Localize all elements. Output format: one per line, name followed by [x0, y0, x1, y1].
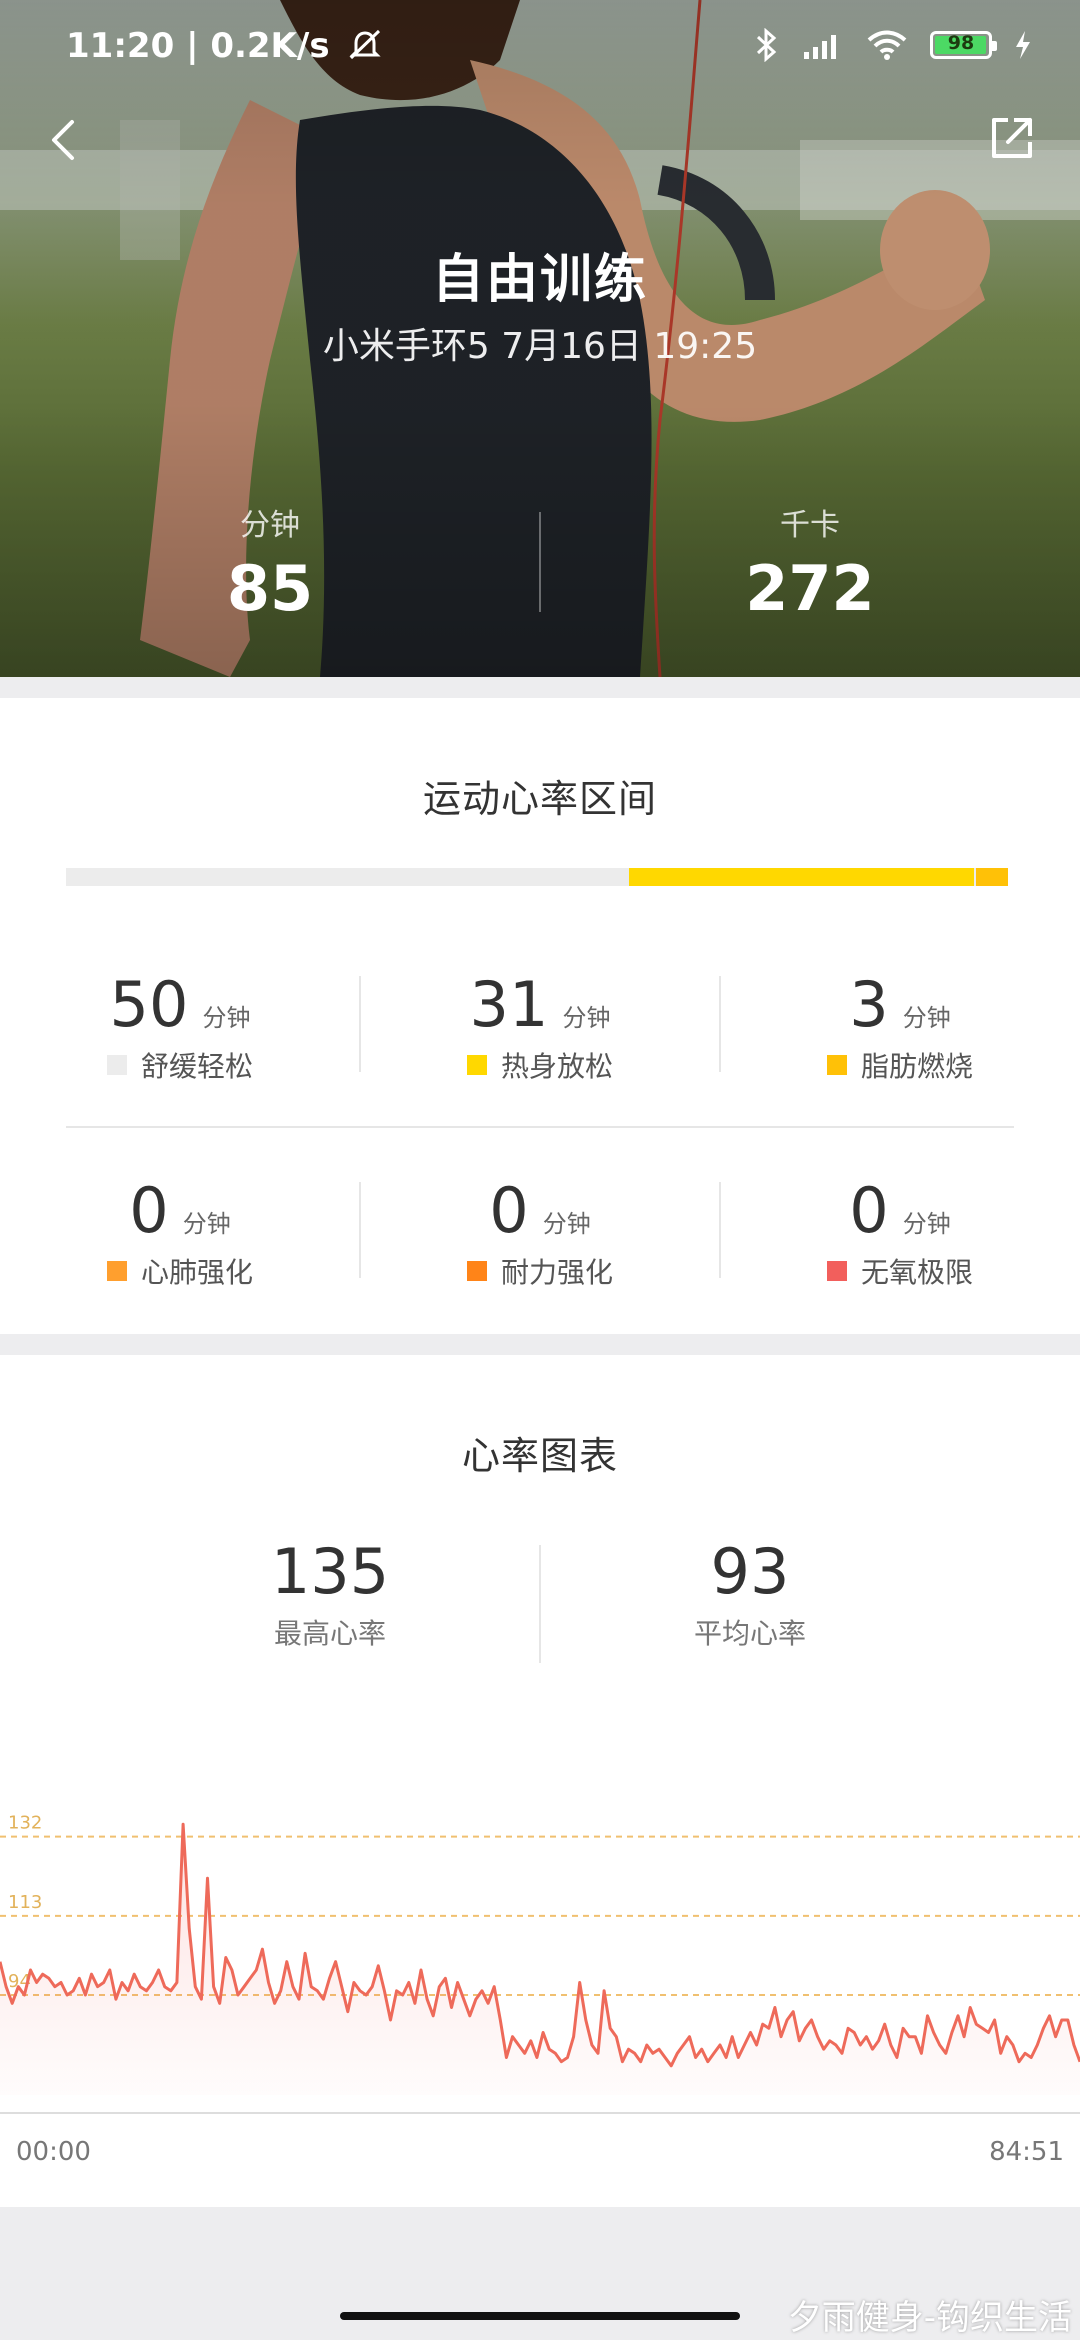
heart-rate-area: [0, 1824, 1080, 2095]
zone-minutes: 50: [109, 968, 189, 1041]
duration-stat: 分钟 85: [0, 500, 540, 625]
zone-bar-segment: [66, 868, 627, 886]
mute-bell-icon: [349, 29, 382, 60]
max-hr-label: 最高心率: [273, 1617, 386, 1650]
zone-bar-segment: [976, 868, 1008, 886]
zone-name: 热身放松: [500, 1050, 613, 1083]
charging-bolt-icon: [1016, 31, 1030, 59]
zone-bar-segment: [628, 868, 975, 886]
zone-name: 舒缓轻松: [140, 1050, 253, 1083]
zone-item-endurance: 0 分钟 耐力强化: [360, 1174, 720, 1291]
zone-unit: 分钟: [902, 1004, 951, 1032]
heart-rate-chart-card: 心率图表 135 最高心率 93 平均心率 132 113 94 00:00 84:…: [0, 1355, 1080, 2207]
workout-hero: 11:20 | 0.2K/s 98 自由训练 小米手环5 7月16日 19:25…: [0, 0, 1080, 677]
reference-line-label: 113: [8, 1892, 42, 1913]
calories-label: 千卡: [780, 508, 840, 543]
workout-subtitle: 小米手环5 7月16日 19:25: [322, 326, 758, 367]
watermark: 夕雨健身-钩织生活: [787, 2298, 1072, 2338]
zone-color-swatch: [466, 1055, 487, 1075]
max-heart-rate: 135 最高心率: [120, 1535, 540, 1652]
zone-color-swatch: [826, 1261, 847, 1281]
zone-unit: 分钟: [542, 1210, 591, 1238]
zone-unit: 分钟: [902, 1210, 951, 1238]
battery-level: 98: [947, 32, 975, 54]
zone-distribution-bar: [66, 868, 1008, 886]
max-hr-value: 135: [270, 1535, 390, 1608]
status-time: 11:20 | 0.2K/s: [66, 26, 383, 66]
heart-rate-line-chart[interactable]: 13211394: [0, 1795, 1080, 2115]
x-axis-start-label: 00:00: [16, 2137, 91, 2167]
zone-item-cardio: 0 分钟 心肺强化: [0, 1174, 360, 1291]
zone-item-relax: 50 分钟 舒缓轻松: [0, 968, 360, 1085]
wifi-icon: [867, 30, 907, 60]
zones-title: 运动心率区间: [422, 777, 657, 821]
zone-name: 耐力强化: [500, 1256, 613, 1289]
zone-minutes: 0: [129, 1174, 169, 1247]
status-bar: 11:20 | 0.2K/s 98: [0, 0, 1080, 95]
heart-rate-zones-card: 运动心率区间 50 分钟 舒缓轻松 31 分钟 热身放松 3 分钟 脂肪燃烧 0 分钟 …: [0, 698, 1080, 1334]
workout-title: 自由训练: [431, 250, 648, 310]
avg-heart-rate: 93 平均心率: [540, 1535, 960, 1652]
zone-color-swatch: [466, 1261, 487, 1281]
calories-value: 272: [745, 552, 875, 625]
zone-name: 脂肪燃烧: [860, 1050, 973, 1083]
signal-icon: [804, 35, 836, 59]
zone-name: 心肺强化: [140, 1256, 253, 1289]
x-axis-end-label: 84:51: [989, 2137, 1064, 2167]
zones-row-divider: [66, 1126, 1014, 1128]
duration-value: 85: [226, 552, 314, 625]
zone-unit: 分钟: [182, 1210, 231, 1238]
zone-item-anaerobic: 0 分钟 无氧极限: [720, 1174, 1080, 1291]
status-icons: 98: [754, 28, 1032, 62]
time-network-speed: 11:20 | 0.2K/s: [66, 26, 330, 66]
zone-unit: 分钟: [562, 1004, 611, 1032]
zone-name: 无氧极限: [860, 1256, 973, 1289]
share-export-icon[interactable]: [984, 110, 1040, 166]
zone-color-swatch: [826, 1055, 847, 1075]
zone-item-warmup: 31 分钟 热身放松: [360, 968, 720, 1085]
battery-nub: [992, 41, 997, 51]
zone-item-fat-burn: 3 分钟 脂肪燃烧: [720, 968, 1080, 1085]
zone-color-swatch: [106, 1261, 127, 1281]
bluetooth-icon: [756, 28, 777, 62]
avg-hr-label: 平均心率: [693, 1617, 806, 1650]
zone-minutes: 0: [849, 1174, 889, 1247]
home-indicator[interactable]: [340, 2312, 740, 2320]
zone-unit: 分钟: [202, 1004, 251, 1032]
zone-minutes: 31: [469, 968, 549, 1041]
zone-minutes: 3: [849, 968, 889, 1041]
chart-title: 心率图表: [461, 1434, 618, 1478]
back-arrow-icon[interactable]: [40, 110, 90, 170]
battery-indicator: 98: [930, 31, 997, 59]
reference-line-label: 132: [8, 1813, 42, 1834]
calories-stat: 千卡 272: [540, 500, 1080, 625]
duration-label: 分钟: [240, 508, 300, 543]
avg-hr-value: 93: [710, 1535, 790, 1608]
zone-minutes: 0: [489, 1174, 529, 1247]
zone-color-swatch: [106, 1055, 127, 1075]
